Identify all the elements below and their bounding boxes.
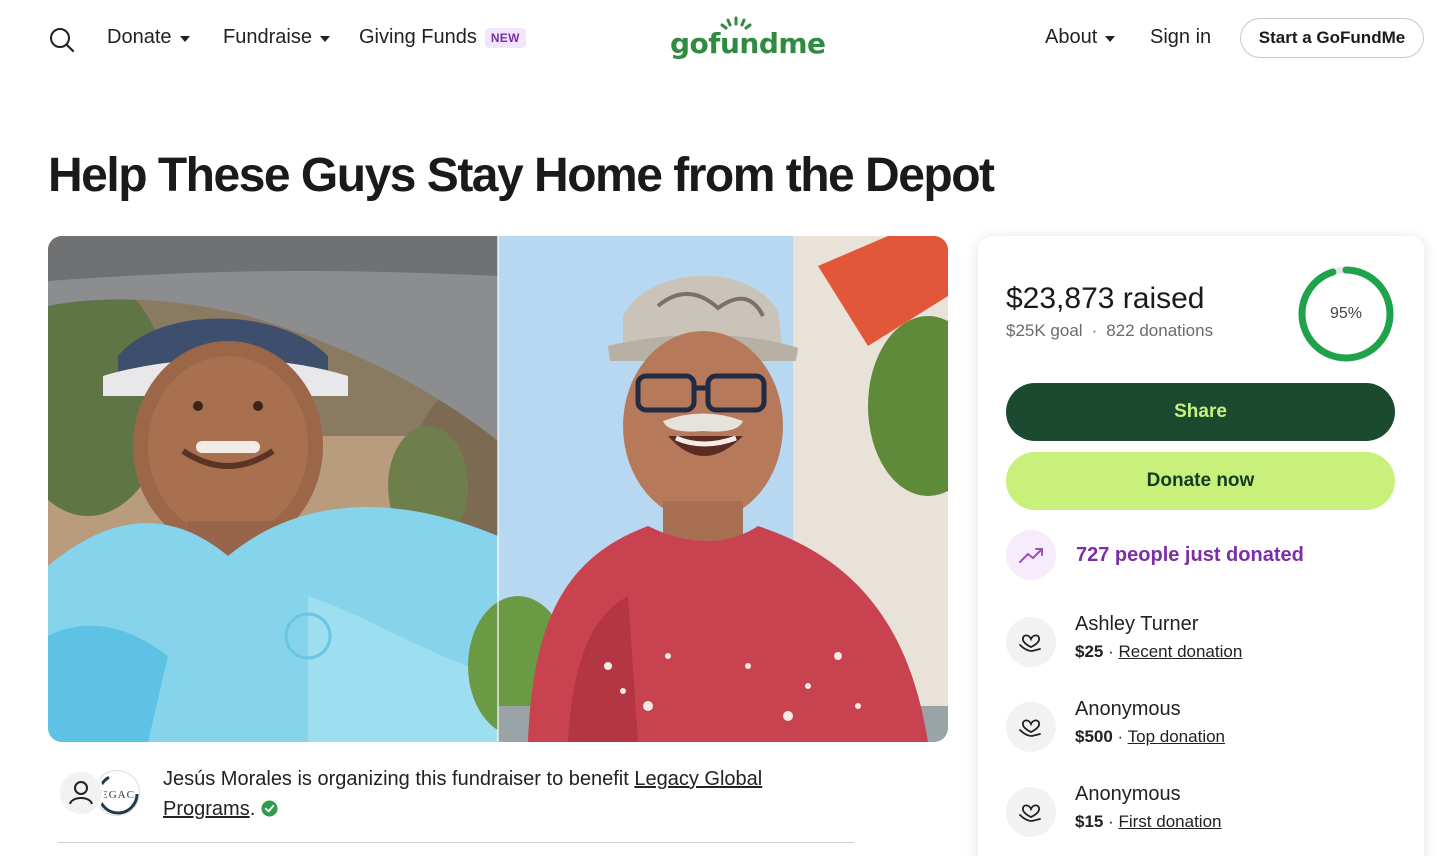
donor-meta-separator: · [1103,642,1119,661]
trend-up-icon [1006,530,1056,580]
nav-giving-funds[interactable]: Giving Funds NEW [359,26,526,49]
donor-name: Anonymous [1075,698,1181,720]
donor-name: Anonymous [1075,783,1181,805]
search-icon[interactable] [48,26,76,54]
goal-summary: $25K goal · 822 donations [1006,321,1213,341]
goal-separator: · [1091,321,1098,340]
nav-donate-label: Donate [107,26,172,48]
verified-check-icon [261,800,278,817]
donor-amount: $500 [1075,727,1113,746]
donor-amount: $25 [1075,642,1104,661]
start-gofundme-button[interactable]: Start a GoFundMe [1240,18,1424,58]
organizer-text-suffix: . [249,798,256,820]
caret-down-icon [179,35,190,42]
logo-text: gofundme [670,27,826,60]
donor-meta: $25 · Recent donation [1075,642,1242,662]
trend-text: 727 people just donated [1076,543,1304,566]
beneficiary-logo-text: EGAC [101,789,135,801]
donor-meta-separator: · [1112,727,1128,746]
progress-percent: 95% [1329,305,1363,322]
nav-about-label: About [1045,26,1098,48]
donor-meta: $500 · Top donation [1075,727,1225,747]
page-title: Help These Guys Stay Home from the Depot [48,149,995,202]
donate-now-button[interactable]: Donate now [1006,452,1395,510]
donor-meta: $15 · First donation [1075,812,1221,832]
heart-hand-icon [1006,702,1056,752]
caret-down-icon [1105,35,1116,42]
donor-name: Ashley Turner [1075,613,1199,635]
organizer-text-prefix: Jesús Morales is organizing this fundrai… [163,768,635,790]
organizer-avatars[interactable]: EGAC [58,768,142,818]
donor-item: Anonymous $500 · Top donation [1006,698,1396,754]
campaign-hero-image[interactable] [48,236,948,742]
recent-donation-link[interactable]: Recent donation [1118,642,1242,661]
share-button[interactable]: Share [1006,383,1395,441]
first-donation-link[interactable]: First donation [1118,812,1221,831]
donation-card: $23,873 raised $25K goal · 822 donations 9… [978,236,1424,856]
nav-fundraise[interactable]: Fundraise [223,26,330,49]
top-donation-link[interactable]: Top donation [1128,727,1225,746]
donor-item: Ashley Turner $25 · Recent donation [1006,613,1396,669]
new-badge: NEW [484,27,526,48]
heart-hand-icon [1006,617,1056,667]
nav-giving-funds-label: Giving Funds [359,26,477,48]
person-icon [69,781,93,805]
nav-about[interactable]: About [1045,26,1116,49]
amount-raised: $23,873 raised [1006,282,1205,315]
organizer-avatar[interactable] [58,770,104,816]
organizer-text: Jesús Morales is organizing this fundrai… [163,764,803,824]
nav-sign-in-label: Sign in [1150,26,1212,48]
donation-count: 822 donations [1106,321,1214,340]
organizer-row: EGAC Jesús Morales is organizing this fu… [58,762,858,832]
nav-sign-in[interactable]: Sign in [1150,26,1211,49]
donor-item: Anonymous $15 · First donation [1006,783,1396,839]
gofundme-logo[interactable]: gofundme [670,16,826,62]
nav-donate[interactable]: Donate [107,26,190,49]
heart-hand-icon [1006,787,1056,837]
nav-fundraise-label: Fundraise [223,26,312,48]
goal-amount: $25K goal [1006,321,1083,340]
caret-down-icon [319,35,330,42]
site-header: Donate Fundraise Giving Funds NEW gofund… [0,0,1456,78]
recent-donations-trend: 727 people just donated [1006,530,1396,580]
section-divider [58,842,854,843]
donor-amount: $15 [1075,812,1104,831]
donor-meta-separator: · [1103,812,1119,831]
